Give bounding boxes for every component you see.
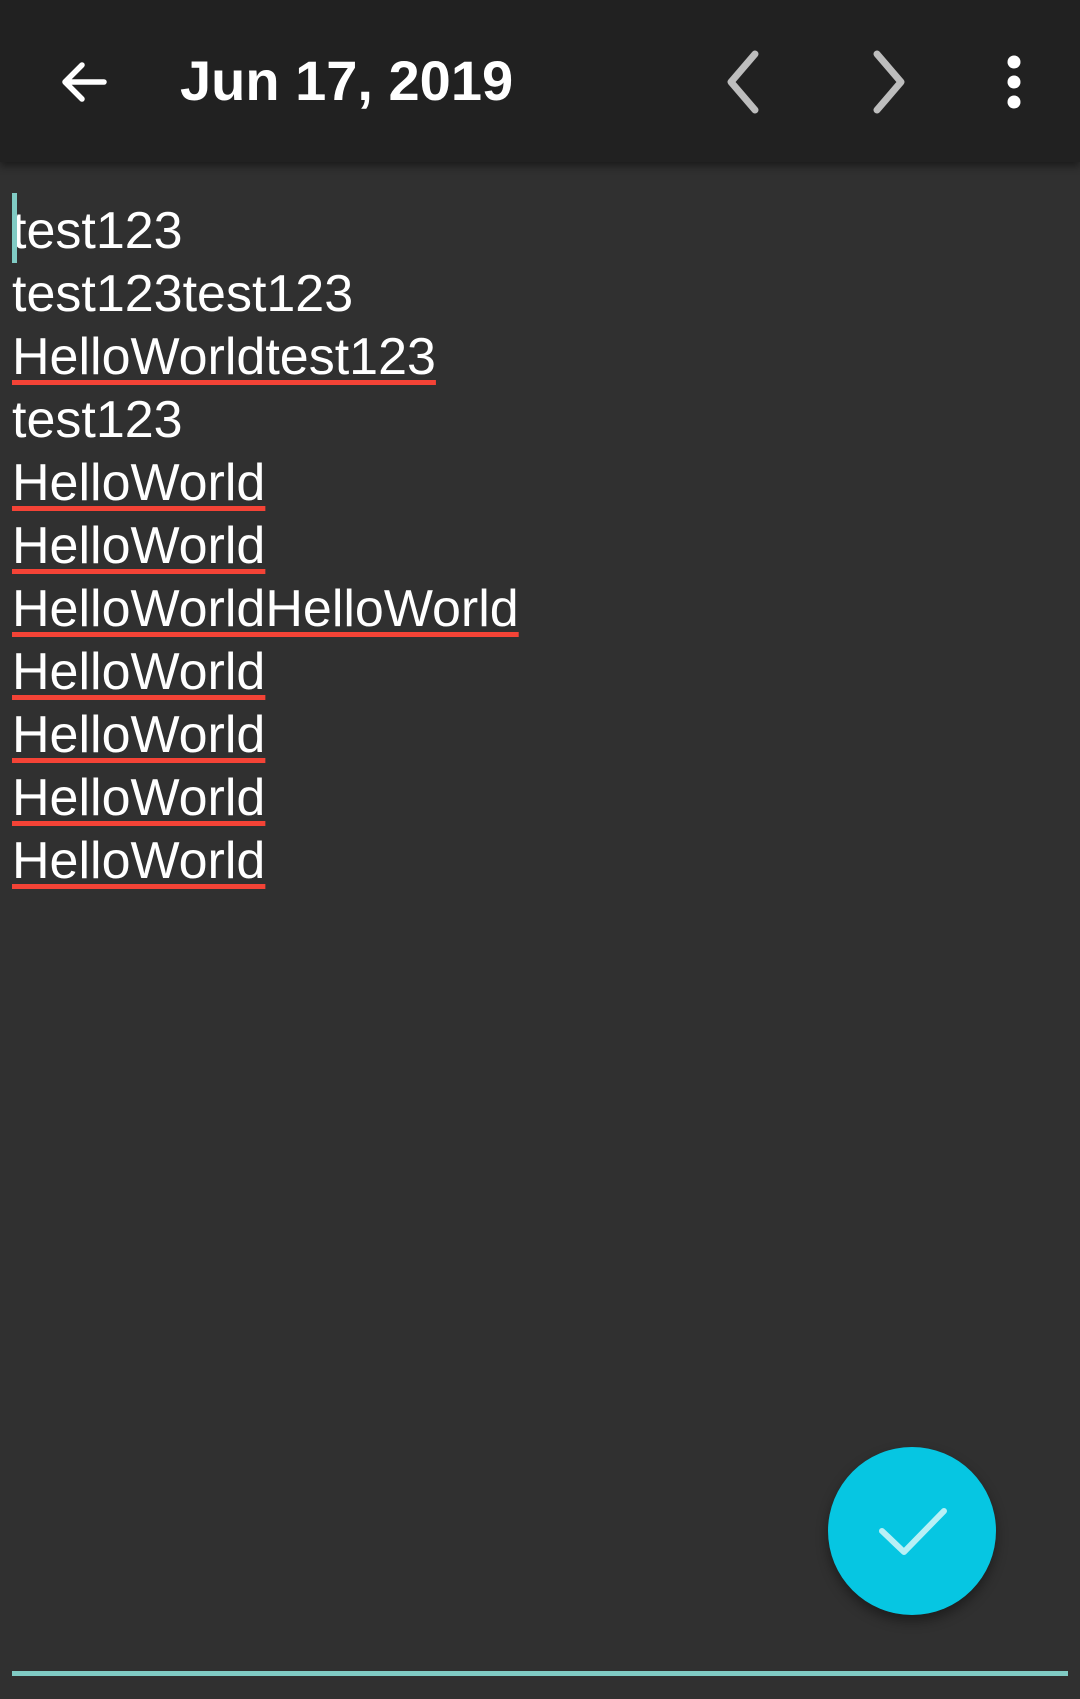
note-line: HelloWorld (12, 517, 266, 575)
page-title: Jun 17, 2019 (180, 49, 514, 112)
note-line: HelloWorld (12, 454, 266, 512)
check-icon (879, 1508, 947, 1555)
note-line: HelloWorld (12, 832, 266, 890)
note-line: HelloWorld (12, 643, 266, 701)
more-options-button[interactable] (966, 34, 1062, 130)
chevron-right-icon (873, 50, 905, 114)
save-button[interactable] (828, 1447, 996, 1615)
note-line: HelloWorld (12, 706, 266, 764)
note-line: test123 (12, 202, 183, 260)
note-text[interactable]: test123 test123test123 HelloWorldtest123… (12, 200, 519, 893)
more-vert-icon (1007, 55, 1021, 109)
note-line: HelloWorldHelloWorld (12, 580, 519, 638)
next-day-button[interactable] (840, 34, 936, 130)
top-app-bar: Jun 17, 2019 (0, 0, 1080, 162)
note-line: HelloWorld (12, 769, 266, 827)
editor-underline (12, 1671, 1068, 1676)
note-line: test123test123 (12, 265, 354, 323)
text-cursor (12, 193, 17, 263)
note-line: HelloWorldtest123 (12, 328, 436, 386)
back-button[interactable] (36, 34, 132, 130)
chevron-left-icon (727, 50, 759, 114)
arrow-left-icon (62, 62, 107, 102)
note-line: test123 (12, 391, 183, 449)
previous-day-button[interactable] (696, 34, 792, 130)
